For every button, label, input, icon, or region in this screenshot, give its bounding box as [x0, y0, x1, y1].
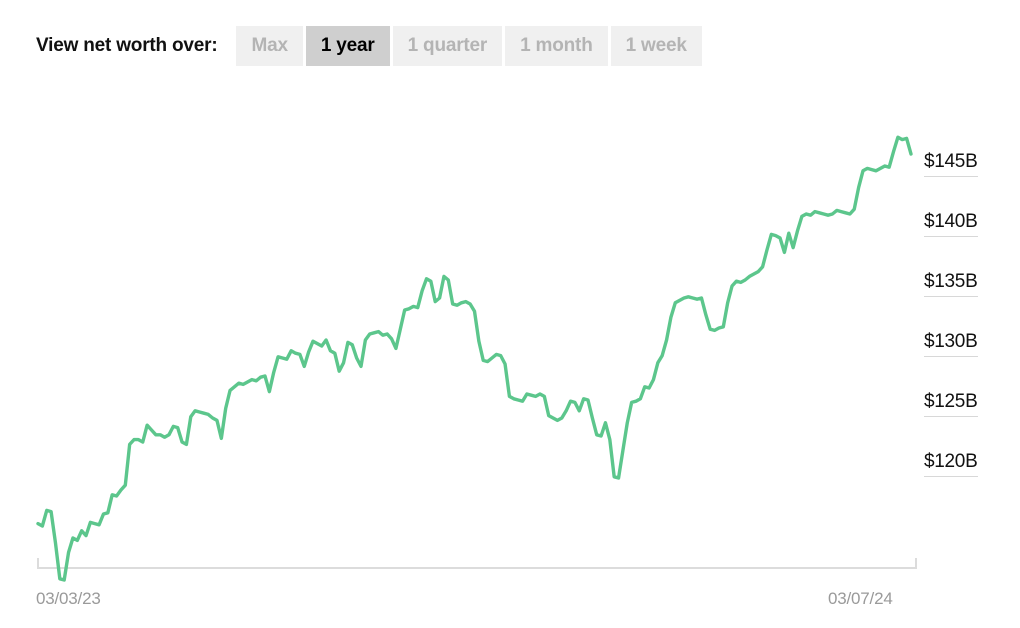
net-worth-chart: $145B $140B $135B $130B $125B $120B 03/0…: [0, 0, 1020, 628]
y-tick-130: $130B: [924, 332, 1014, 357]
net-worth-line: [36, 135, 913, 582]
y-tick-label: $145B: [924, 151, 978, 172]
chart-plot-area: [36, 135, 917, 582]
y-tick-rule: [924, 416, 978, 417]
y-tick-label: $130B: [924, 331, 978, 352]
x-axis-end-label: 03/07/24: [828, 589, 893, 608]
y-tick-140: $140B: [924, 212, 1014, 237]
x-axis-line: [37, 558, 917, 569]
y-tick-label: $140B: [924, 211, 978, 232]
y-tick-rule: [924, 236, 978, 237]
y-tick-145: $145B: [924, 152, 1014, 177]
y-tick-label: $135B: [924, 271, 978, 292]
y-tick-rule: [924, 356, 978, 357]
y-tick-rule: [924, 176, 978, 177]
y-tick-135: $135B: [924, 272, 1014, 297]
y-tick-125: $125B: [924, 392, 1014, 417]
x-axis-start-label: 03/03/23: [36, 589, 101, 608]
y-tick-rule: [924, 476, 978, 477]
y-tick-label: $120B: [924, 451, 978, 472]
y-tick-rule: [924, 296, 978, 297]
y-tick-label: $125B: [924, 391, 978, 412]
y-tick-120: $120B: [924, 452, 1014, 477]
